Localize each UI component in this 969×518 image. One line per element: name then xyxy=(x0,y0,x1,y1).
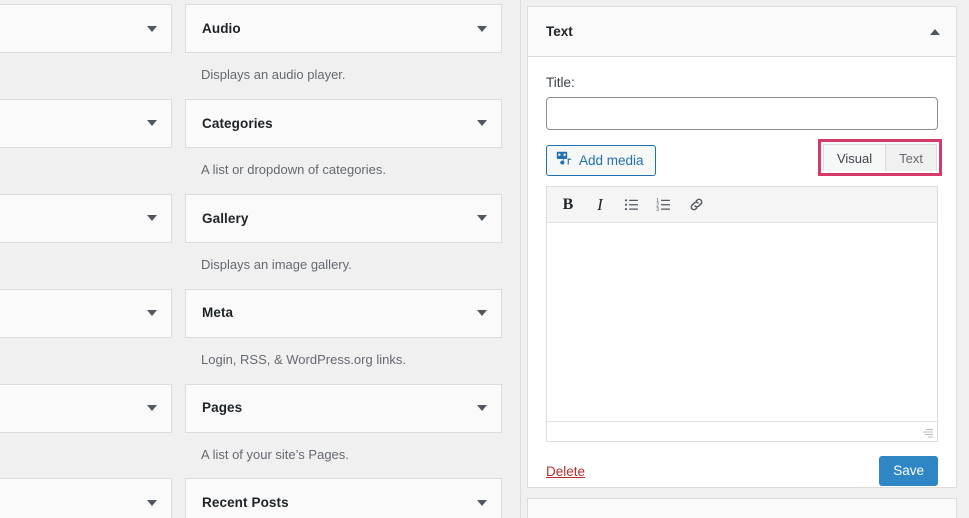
available-widget[interactable]: Pages xyxy=(185,383,502,433)
add-media-label: Add media xyxy=(579,152,644,168)
editor-content-area[interactable] xyxy=(547,223,937,421)
sidebar-widgets-area: Text Title: Add media Visual Text B I 1 … xyxy=(521,0,969,518)
save-button[interactable]: Save xyxy=(879,456,938,486)
chevron-down-icon[interactable] xyxy=(477,215,487,222)
tab-text[interactable]: Text xyxy=(885,144,937,171)
bulleted-list-icon[interactable] xyxy=(617,191,647,219)
widget-row: Categories A list or dropdown of categori… xyxy=(0,98,505,194)
widget-column-left: osts. xyxy=(0,4,172,99)
available-widget[interactable] xyxy=(0,288,172,338)
widget-column-right: Audio Displays an audio player. xyxy=(185,4,502,99)
available-widget-description: Login, RSS, & WordPress.org links. xyxy=(201,351,406,367)
media-and-tabs-row: Add media Visual Text xyxy=(546,139,942,178)
chevron-down-icon[interactable] xyxy=(477,499,487,506)
available-widget[interactable]: Categories xyxy=(185,98,502,148)
available-widget-title: Pages xyxy=(202,400,243,416)
chevron-down-icon[interactable] xyxy=(147,310,157,317)
available-widget-title: Audio xyxy=(202,20,241,36)
available-widget-description: Displays an image gallery. xyxy=(201,256,352,272)
chevron-down-icon[interactable] xyxy=(477,310,487,317)
available-widget-description: debar. xyxy=(0,433,172,479)
widget-row: Meta Login, RSS, & WordPress.org links. xyxy=(0,288,505,384)
widgets-screen: osts. Audio Displays an audio player. Cate… xyxy=(0,0,969,518)
title-input[interactable] xyxy=(546,97,938,130)
available-widget-title: Recent Posts xyxy=(202,495,289,511)
chevron-up-icon[interactable] xyxy=(930,28,940,35)
delete-link[interactable]: Delete xyxy=(546,464,585,479)
editor-toolbar: B I 1 2 3 xyxy=(547,187,937,223)
available-widget[interactable]: Gallery xyxy=(185,193,502,243)
text-widget-body: Title: Add media Visual Text B I 1 2 3 xyxy=(528,57,956,442)
widget-column-left xyxy=(0,478,172,518)
widget-column-right: Categories A list or dropdown of categori… xyxy=(185,98,502,194)
available-widget-description: A list or dropdown of categories. xyxy=(201,161,386,177)
chevron-down-icon[interactable] xyxy=(147,25,157,32)
chevron-down-icon[interactable] xyxy=(477,25,487,32)
available-widgets-area: osts. Audio Displays an audio player. Cate… xyxy=(0,0,520,518)
available-widget-description xyxy=(0,338,172,384)
bold-icon[interactable]: B xyxy=(553,191,583,219)
chevron-down-icon[interactable] xyxy=(147,499,157,506)
text-widget-panel: Text Title: Add media Visual Text B I 1 … xyxy=(527,6,957,488)
add-media-button[interactable]: Add media xyxy=(546,145,656,176)
numbered-list-icon[interactable]: 1 2 3 xyxy=(649,191,679,219)
title-field-label: Title: xyxy=(546,75,575,90)
media-icon xyxy=(556,151,572,170)
available-widget-title: Meta xyxy=(202,305,234,321)
svg-text:3: 3 xyxy=(656,206,659,212)
available-widget-title: Gallery xyxy=(202,210,249,226)
available-widget[interactable] xyxy=(0,478,172,518)
widget-row: debar. Pages A list of your site’s Pages. xyxy=(0,383,505,479)
widget-column-left xyxy=(0,288,172,384)
tab-visual[interactable]: Visual xyxy=(822,144,887,171)
link-icon[interactable] xyxy=(681,191,711,219)
available-widget-description: osts. xyxy=(0,53,172,99)
text-editor: B I 1 2 3 xyxy=(546,186,938,442)
available-widget[interactable] xyxy=(0,98,172,148)
available-widget-description: A list of your site’s Pages. xyxy=(201,446,349,462)
widget-column-right: Gallery Displays an image gallery. xyxy=(185,193,502,289)
available-widget-title: Categories xyxy=(202,115,273,131)
text-widget-header[interactable]: Text xyxy=(528,7,956,57)
chevron-down-icon[interactable] xyxy=(147,215,157,222)
widget-row: Recent PostsYour site’s most recent Post… xyxy=(0,478,505,518)
widget-column-left xyxy=(0,98,172,194)
chevron-down-icon[interactable] xyxy=(477,405,487,412)
available-widget[interactable] xyxy=(0,193,172,243)
available-widget-description: Displays an audio player. xyxy=(201,67,346,82)
widget-row: osts. Audio Displays an audio player. xyxy=(0,4,505,99)
widget-column-right: Pages A list of your site’s Pages. xyxy=(185,383,502,479)
text-widget-footer: Delete Save xyxy=(528,442,956,500)
widget-column-right: Recent PostsYour site’s most recent Post… xyxy=(185,478,502,518)
resize-handle-icon[interactable] xyxy=(920,425,934,439)
editor-tabs-highlight: Visual Text xyxy=(817,139,942,176)
available-widget[interactable]: Recent Posts xyxy=(185,478,502,518)
chevron-down-icon[interactable] xyxy=(147,120,157,127)
widget-row: Gallery Displays an image gallery. xyxy=(0,193,505,289)
available-widget[interactable]: Audio xyxy=(185,4,502,53)
available-widget-description xyxy=(0,148,172,194)
editor-statusbar xyxy=(547,421,937,441)
widget-column-left: debar. xyxy=(0,383,172,479)
widget-column-right: Meta Login, RSS, & WordPress.org links. xyxy=(185,288,502,384)
editor-mode-tabs: Visual Text xyxy=(822,144,937,171)
text-widget-title: Text xyxy=(546,24,573,39)
chevron-down-icon[interactable] xyxy=(147,405,157,412)
available-widget[interactable] xyxy=(0,383,172,433)
chevron-down-icon[interactable] xyxy=(477,120,487,127)
available-widgets-grid: osts. Audio Displays an audio player. Cate… xyxy=(0,4,505,518)
italic-icon[interactable]: I xyxy=(585,191,615,219)
next-widget-panel[interactable] xyxy=(527,498,957,518)
available-widget-description xyxy=(0,243,172,289)
available-widget[interactable]: Meta xyxy=(185,288,502,338)
widget-column-left xyxy=(0,193,172,289)
available-widget[interactable] xyxy=(0,4,172,53)
